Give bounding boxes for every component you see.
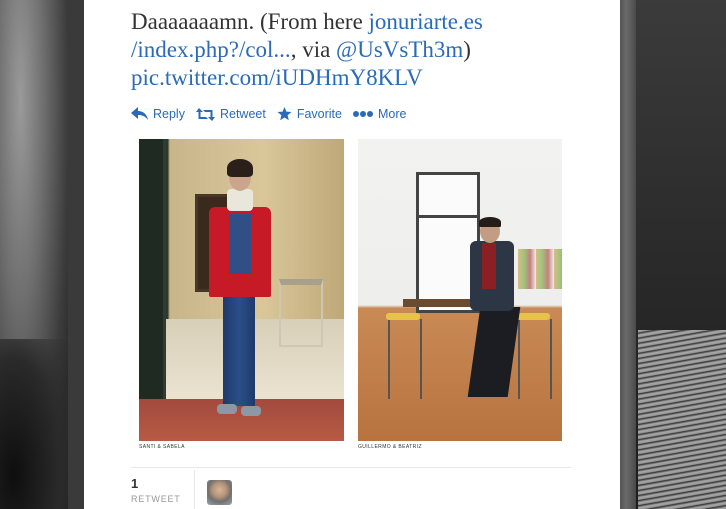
retweet-count: 1 [131, 476, 139, 491]
background-right [620, 0, 726, 509]
favorite-label: Favorite [296, 107, 342, 121]
reply-label: Reply [153, 107, 185, 121]
stats-separator [194, 470, 195, 509]
tweet-media[interactable]: SANTI & SABELA GUILLERMO & BEATRIZ [136, 136, 566, 456]
pic-link[interactable]: pic.twitter.com/iUDHmY8KLV [131, 65, 423, 90]
more-label: More [377, 107, 407, 121]
photo-right[interactable] [358, 139, 562, 441]
photo-caption-right: GUILLERMO & BEATRIZ [358, 444, 422, 450]
stats-divider [131, 467, 571, 468]
retweet-stats[interactable]: 1 RETWEET [131, 476, 181, 504]
tweet-text: Daaaaaaamn. (From here jonuriarte.es /in… [131, 8, 601, 92]
retweet-icon [195, 107, 215, 121]
mention-link[interactable]: @UsVsTh3m [336, 37, 463, 62]
retweeter-avatar[interactable] [207, 480, 232, 505]
photo-left[interactable] [139, 139, 344, 441]
star-icon [277, 107, 292, 121]
background-pages [638, 330, 726, 509]
more-dots-icon [352, 111, 373, 117]
background-left [0, 0, 68, 509]
tweet-text-part: ) [463, 37, 471, 62]
retweet-button[interactable]: Retweet [195, 107, 266, 121]
tweet-text-part: , via [290, 37, 337, 62]
reply-button[interactable]: Reply [131, 107, 185, 121]
person-figure [467, 217, 530, 407]
retweet-count-label: RETWEET [131, 494, 181, 504]
tweet-text-part: Daaaaaaamn. (From here [131, 9, 369, 34]
background-strip [620, 0, 636, 509]
more-button[interactable]: More [352, 107, 407, 121]
photo-caption-left: SANTI & SABELA [139, 444, 185, 450]
tweet-actions: Reply Retweet Favorite More [131, 104, 417, 124]
tweet-card: Daaaaaaamn. (From here jonuriarte.es /in… [84, 0, 620, 509]
reply-icon [131, 107, 148, 120]
person-figure [209, 159, 271, 416]
favorite-button[interactable]: Favorite [277, 107, 342, 121]
retweet-label: Retweet [219, 107, 266, 121]
